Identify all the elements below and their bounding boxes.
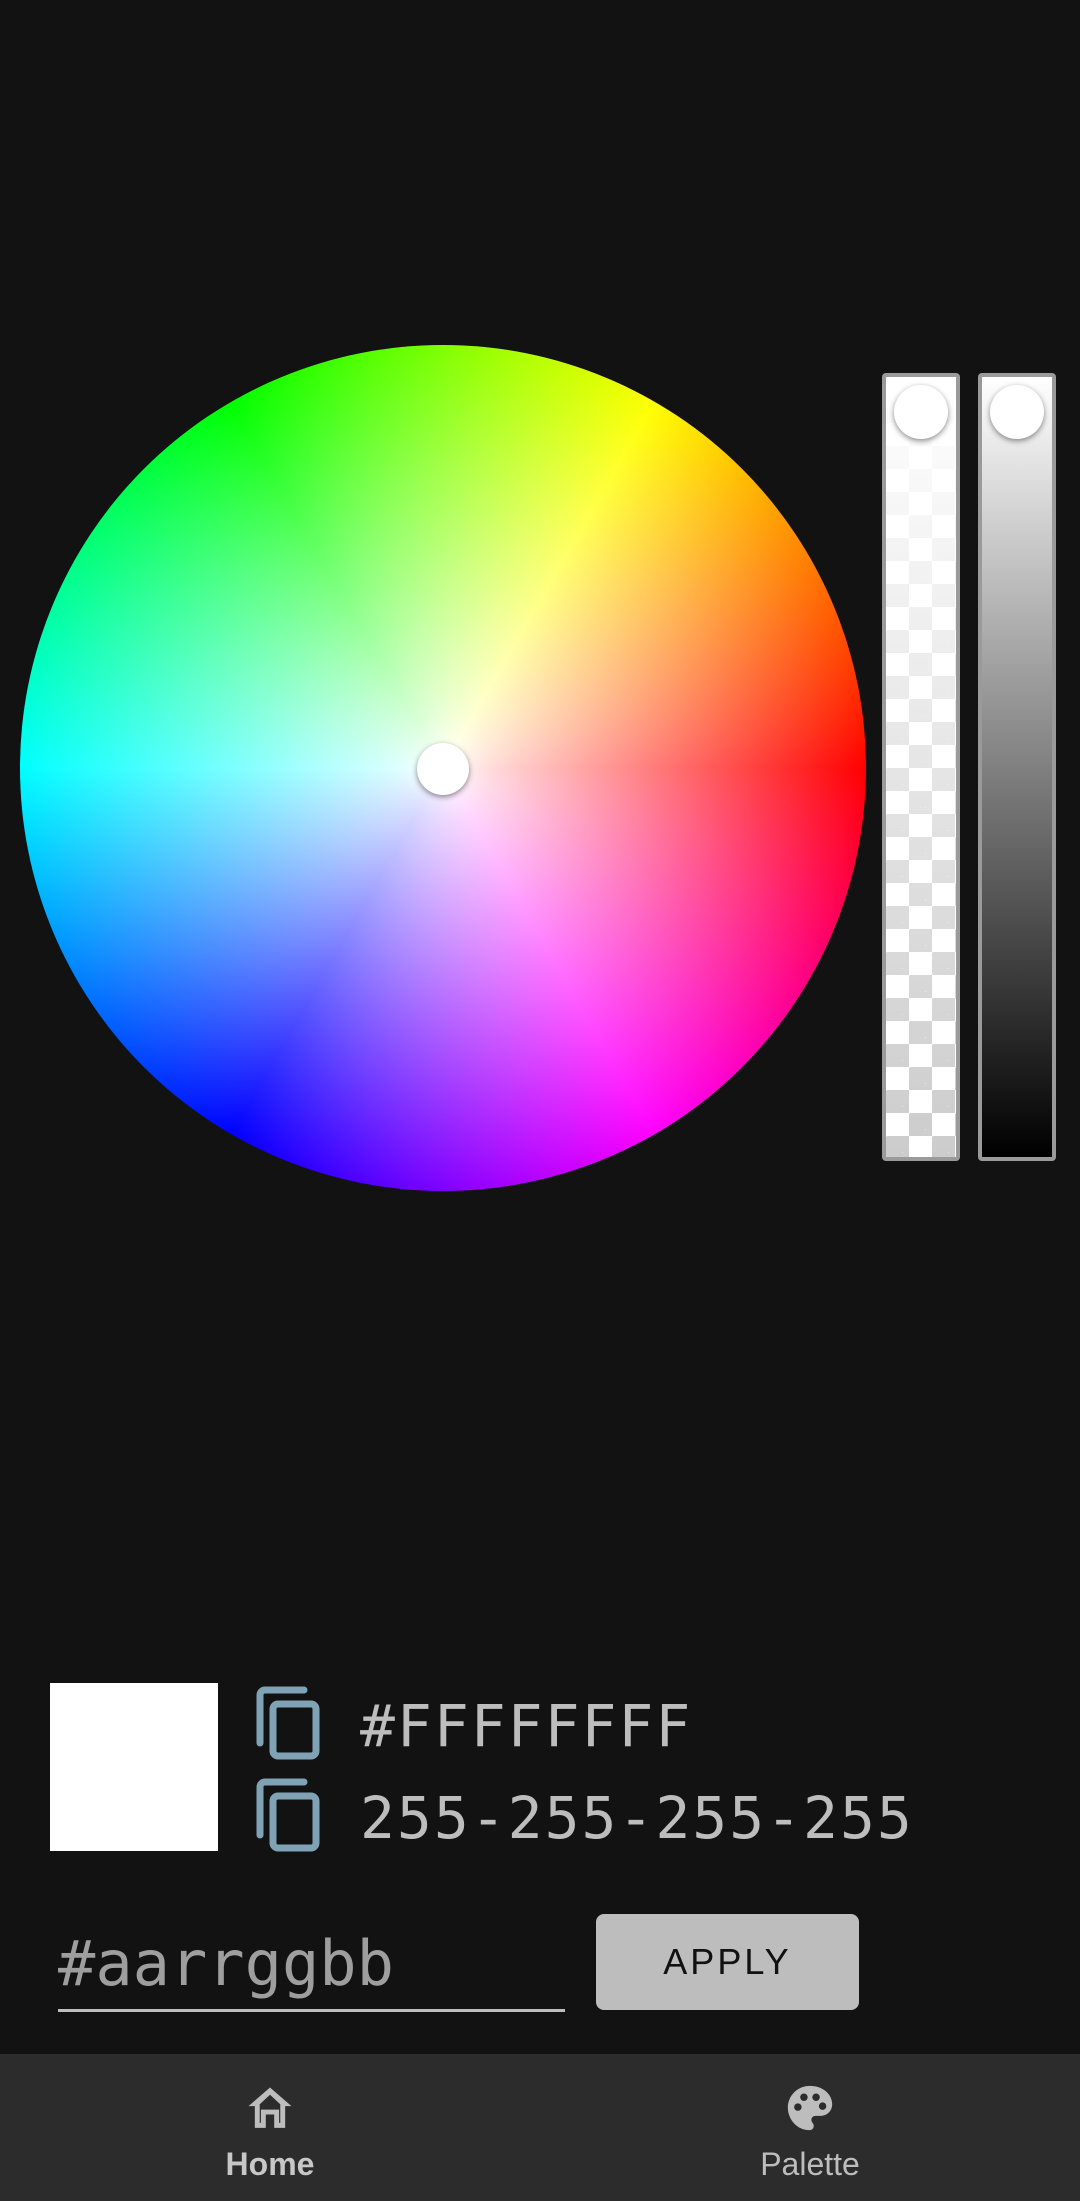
brightness-slider[interactable] — [978, 373, 1056, 1161]
hex-input-field[interactable] — [58, 1918, 565, 2012]
nav-item-home[interactable]: Home — [0, 2054, 540, 2201]
alpha-slider[interactable] — [882, 373, 960, 1161]
brightness-slider-handle[interactable] — [990, 385, 1044, 439]
home-icon — [248, 2087, 292, 2128]
palette-icon — [787, 2085, 833, 2131]
color-picker-screen: #FFFFFFFF 255-255-255-255 APPLY Home Pal… — [0, 0, 1080, 2201]
nav-label-home: Home — [225, 2146, 315, 2182]
bottom-navigation: Home Palette — [0, 2054, 1080, 2201]
hex-code-text: #FFFFFFFF — [360, 1692, 693, 1760]
copy-rgb-icon[interactable] — [254, 1777, 322, 1853]
nav-item-palette[interactable]: Palette — [540, 2054, 1080, 2201]
nav-label-palette: Palette — [760, 2146, 860, 2182]
copy-hex-icon[interactable] — [254, 1685, 322, 1761]
rgb-code-text: 255-255-255-255 — [360, 1784, 914, 1852]
color-preview-swatch — [50, 1683, 218, 1851]
apply-button[interactable]: APPLY — [596, 1914, 859, 2010]
color-wheel-handle[interactable] — [417, 743, 469, 795]
alpha-slider-handle[interactable] — [894, 385, 948, 439]
